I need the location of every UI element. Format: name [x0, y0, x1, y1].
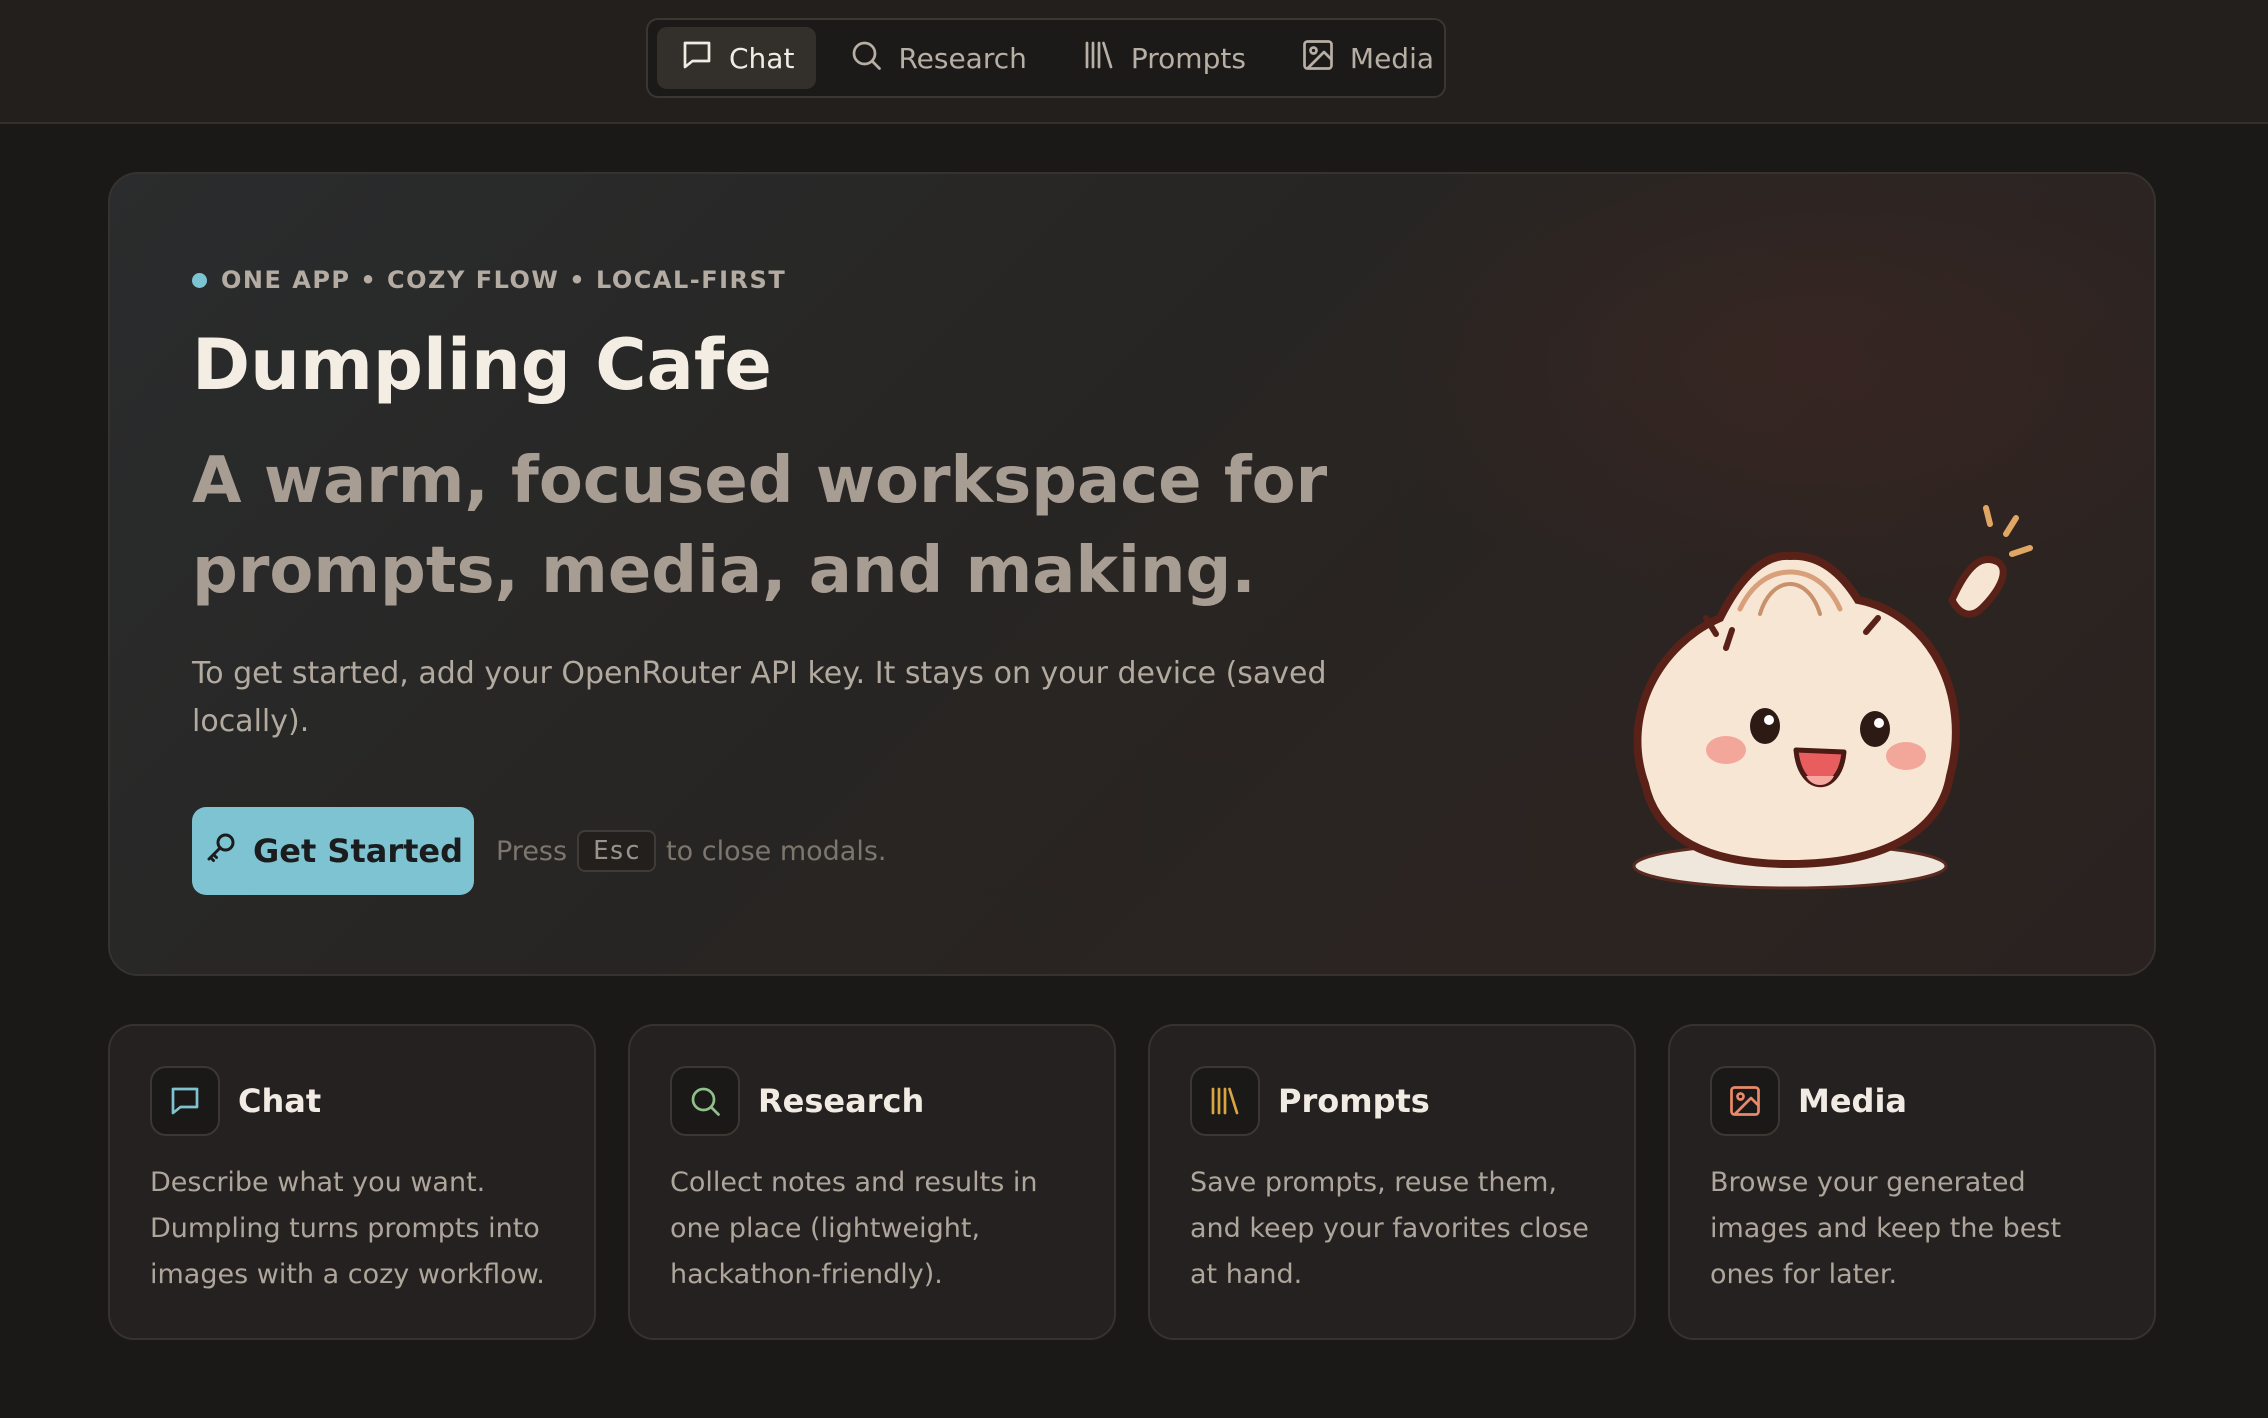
- nav-tab-label: Research: [898, 41, 1027, 75]
- card-header: Media: [1710, 1066, 1907, 1136]
- image-icon: [1300, 37, 1336, 80]
- card-header: Prompts: [1190, 1066, 1430, 1136]
- hero-panel: ONE APP • COZY FLOW • LOCAL-FIRST Dumpli…: [108, 172, 2156, 976]
- nav-tab-label: Media: [1349, 41, 1435, 75]
- card-title: Prompts: [1278, 1082, 1430, 1120]
- feature-card-research[interactable]: Research Collect notes and results in on…: [628, 1024, 1116, 1340]
- hint-prefix: Press: [496, 835, 568, 867]
- get-started-label: Get Started: [252, 832, 464, 870]
- search-icon: [670, 1066, 740, 1136]
- hint-suffix: to close modals.: [666, 835, 887, 867]
- library-icon: [1190, 1066, 1260, 1136]
- card-description: Collect notes and results in one place (…: [670, 1167, 1038, 1290]
- chat-bubble-icon: [679, 37, 715, 80]
- keyboard-hint: Press Esc to close modals.: [496, 827, 887, 875]
- top-navigation-bar: Chat Research Prompts Media: [0, 0, 2268, 124]
- card-header: Research: [670, 1066, 924, 1136]
- card-description: Describe what you want. Dumpling turns p…: [150, 1167, 545, 1290]
- feature-card-chat[interactable]: Chat Describe what you want. Dumpling tu…: [108, 1024, 596, 1340]
- nav-tab-media[interactable]: Media: [1278, 27, 1456, 89]
- card-description: Save prompts, reuse them, and keep your …: [1190, 1167, 1589, 1290]
- feature-card-media[interactable]: Media Browse your generated images and k…: [1668, 1024, 2156, 1340]
- nav-tab-chat[interactable]: Chat: [657, 27, 817, 89]
- hero-description: To get started, add your OpenRouter API …: [192, 656, 1327, 739]
- page-title: Dumpling Cafe: [192, 324, 772, 406]
- esc-key-badge: Esc: [577, 830, 657, 872]
- search-icon: [848, 37, 884, 80]
- get-started-button[interactable]: Get Started: [192, 807, 474, 895]
- status-dot-icon: [192, 272, 207, 288]
- key-icon: [203, 829, 239, 873]
- card-title: Chat: [238, 1082, 322, 1120]
- dumpling-mascot: [1632, 505, 2033, 890]
- nav-tab-prompts[interactable]: Prompts: [1059, 27, 1268, 89]
- eyebrow-text: ONE APP • COZY FLOW • LOCAL-FIRST: [221, 266, 787, 294]
- main-nav: Chat Research Prompts Media: [646, 18, 1446, 98]
- chat-bubble-icon: [150, 1066, 220, 1136]
- nav-tab-label: Chat: [729, 41, 795, 75]
- card-title: Research: [758, 1082, 925, 1120]
- feature-card-prompts[interactable]: Prompts Save prompts, reuse them, and ke…: [1148, 1024, 1636, 1340]
- card-title: Media: [1798, 1082, 1908, 1120]
- hero-eyebrow: ONE APP • COZY FLOW • LOCAL-FIRST: [192, 266, 786, 294]
- nav-tab-label: Prompts: [1130, 41, 1246, 75]
- image-icon: [1710, 1066, 1780, 1136]
- hero-subtitle: A warm, focused workspace for prompts, m…: [192, 444, 1328, 608]
- card-description: Browse your generated images and keep th…: [1710, 1167, 2062, 1290]
- card-header: Chat: [150, 1066, 321, 1136]
- library-icon: [1081, 37, 1117, 80]
- nav-tab-research[interactable]: Research: [826, 27, 1048, 89]
